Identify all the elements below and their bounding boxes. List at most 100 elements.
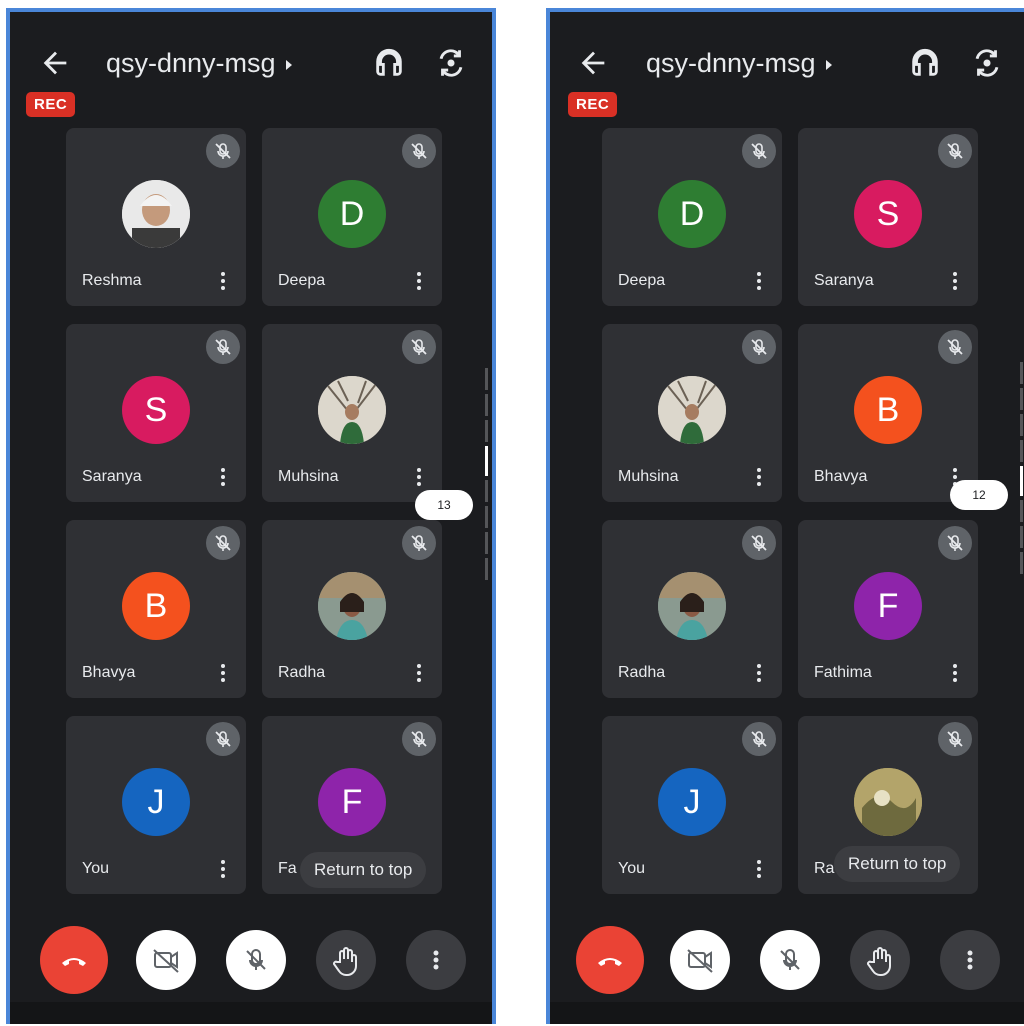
headset-icon[interactable]: [372, 46, 406, 80]
participant-tile[interactable]: Muhsina: [262, 324, 442, 502]
avatar: F: [318, 768, 386, 836]
flip-camera-icon[interactable]: [970, 46, 1004, 80]
avatar: [318, 376, 386, 444]
participant-name: Saranya: [82, 468, 142, 485]
arrow-back-icon[interactable]: [38, 46, 72, 80]
meeting-code-button[interactable]: qsy-dnny-msg: [106, 48, 292, 79]
mic-off-icon: [742, 330, 776, 364]
more-vert-icon[interactable]: [756, 270, 762, 292]
mic-off-icon: [206, 526, 240, 560]
arrow-back-icon[interactable]: [576, 46, 610, 80]
participant-name: Muhsina: [278, 468, 339, 485]
recording-badge: REC: [26, 92, 76, 117]
participant-name: Saranya: [814, 272, 874, 289]
meeting-header: qsy-dnny-msg: [10, 36, 492, 96]
participant-name: Fa: [278, 860, 297, 877]
mic-off-icon: [402, 722, 436, 756]
more-vert-icon[interactable]: [220, 662, 226, 684]
participant-tile[interactable]: S Saranya: [66, 324, 246, 502]
more-vert-icon[interactable]: [416, 466, 422, 488]
recording-badge: REC: [568, 92, 618, 117]
more-vert-icon[interactable]: [416, 662, 422, 684]
hand-icon[interactable]: [850, 930, 910, 990]
more-vert-icon[interactable]: [756, 466, 762, 488]
participant-tile[interactable]: F Fathima: [798, 520, 978, 698]
participant-tile[interactable]: Radha: [602, 520, 782, 698]
phone-screenshot-left: qsy-dnny-msg REC Reshma D Deepa S Sarany…: [6, 8, 496, 1024]
participant-tile[interactable]: Reshma: [66, 128, 246, 306]
return-to-top-button[interactable]: Return to top: [834, 846, 961, 882]
mic-off-icon: [402, 330, 436, 364]
participant-tile[interactable]: Muhsina: [602, 324, 782, 502]
participant-name: Bhavya: [82, 664, 136, 681]
participant-name: Radha: [278, 664, 326, 681]
page-indicator: 13: [415, 490, 473, 520]
participant-name: You: [82, 860, 109, 877]
more-vert-icon[interactable]: [406, 930, 466, 990]
more-vert-icon[interactable]: [220, 270, 226, 292]
participant-tile[interactable]: D Deepa: [262, 128, 442, 306]
participant-tile[interactable]: B Bhavya: [798, 324, 978, 502]
camera-off-icon[interactable]: [136, 930, 196, 990]
more-vert-icon[interactable]: [416, 270, 422, 292]
more-vert-icon[interactable]: [756, 662, 762, 684]
participant-tile[interactable]: J You: [66, 716, 246, 894]
scrollbar[interactable]: [1020, 362, 1023, 578]
avatar: [658, 572, 726, 640]
mic-off-icon: [742, 134, 776, 168]
avatar: S: [122, 376, 190, 444]
meeting-code-button[interactable]: qsy-dnny-msg: [646, 48, 832, 79]
participant-name: Deepa: [278, 272, 326, 289]
participant-name: Radha: [618, 664, 666, 681]
mic-off-icon: [206, 722, 240, 756]
phone-screenshot-right: qsy-dnny-msg REC D Deepa S Saranya Muhsi…: [546, 8, 1024, 1024]
more-vert-icon[interactable]: [952, 662, 958, 684]
camera-off-icon[interactable]: [670, 930, 730, 990]
flip-camera-icon[interactable]: [434, 46, 468, 80]
avatar: [658, 376, 726, 444]
participant-name: Deepa: [618, 272, 666, 289]
more-vert-icon[interactable]: [220, 858, 226, 880]
mic-off-icon: [938, 722, 972, 756]
navigation-bar: [10, 1002, 492, 1024]
more-vert-icon[interactable]: [952, 270, 958, 292]
more-vert-icon[interactable]: [756, 858, 762, 880]
avatar: [318, 572, 386, 640]
mic-off-icon: [206, 134, 240, 168]
more-vert-icon[interactable]: [940, 930, 1000, 990]
mic-off-icon: [402, 134, 436, 168]
mic-off-icon[interactable]: [760, 930, 820, 990]
mic-off-icon: [938, 134, 972, 168]
end-call-button[interactable]: [576, 926, 644, 994]
status-bar: [10, 12, 492, 30]
more-vert-icon[interactable]: [220, 466, 226, 488]
end-call-button[interactable]: [40, 926, 108, 994]
headset-icon[interactable]: [908, 46, 942, 80]
participant-name: Fathima: [814, 664, 872, 681]
participant-tile[interactable]: J You: [602, 716, 782, 894]
avatar: D: [658, 180, 726, 248]
mic-off-icon: [206, 330, 240, 364]
participant-name: Ra: [814, 860, 835, 877]
return-to-top-button[interactable]: Return to top: [300, 852, 427, 888]
participant-tile[interactable]: Radha: [262, 520, 442, 698]
mic-off-icon: [402, 526, 436, 560]
caret-right-icon: [285, 59, 292, 70]
scrollbar[interactable]: [485, 368, 488, 584]
mic-off-icon[interactable]: [226, 930, 286, 990]
participant-tile[interactable]: B Bhavya: [66, 520, 246, 698]
participant-tile[interactable]: D Deepa: [602, 128, 782, 306]
participant-tile[interactable]: S Saranya: [798, 128, 978, 306]
avatar: [122, 180, 190, 248]
avatar: J: [658, 768, 726, 836]
avatar: J: [122, 768, 190, 836]
hand-icon[interactable]: [316, 930, 376, 990]
avatar: B: [122, 572, 190, 640]
avatar: D: [318, 180, 386, 248]
participant-name: Bhavya: [814, 468, 868, 485]
mic-off-icon: [938, 330, 972, 364]
navigation-bar: [550, 1002, 1024, 1024]
mic-off-icon: [742, 722, 776, 756]
meeting-code: qsy-dnny-msg: [646, 48, 816, 78]
caret-right-icon: [825, 59, 832, 70]
